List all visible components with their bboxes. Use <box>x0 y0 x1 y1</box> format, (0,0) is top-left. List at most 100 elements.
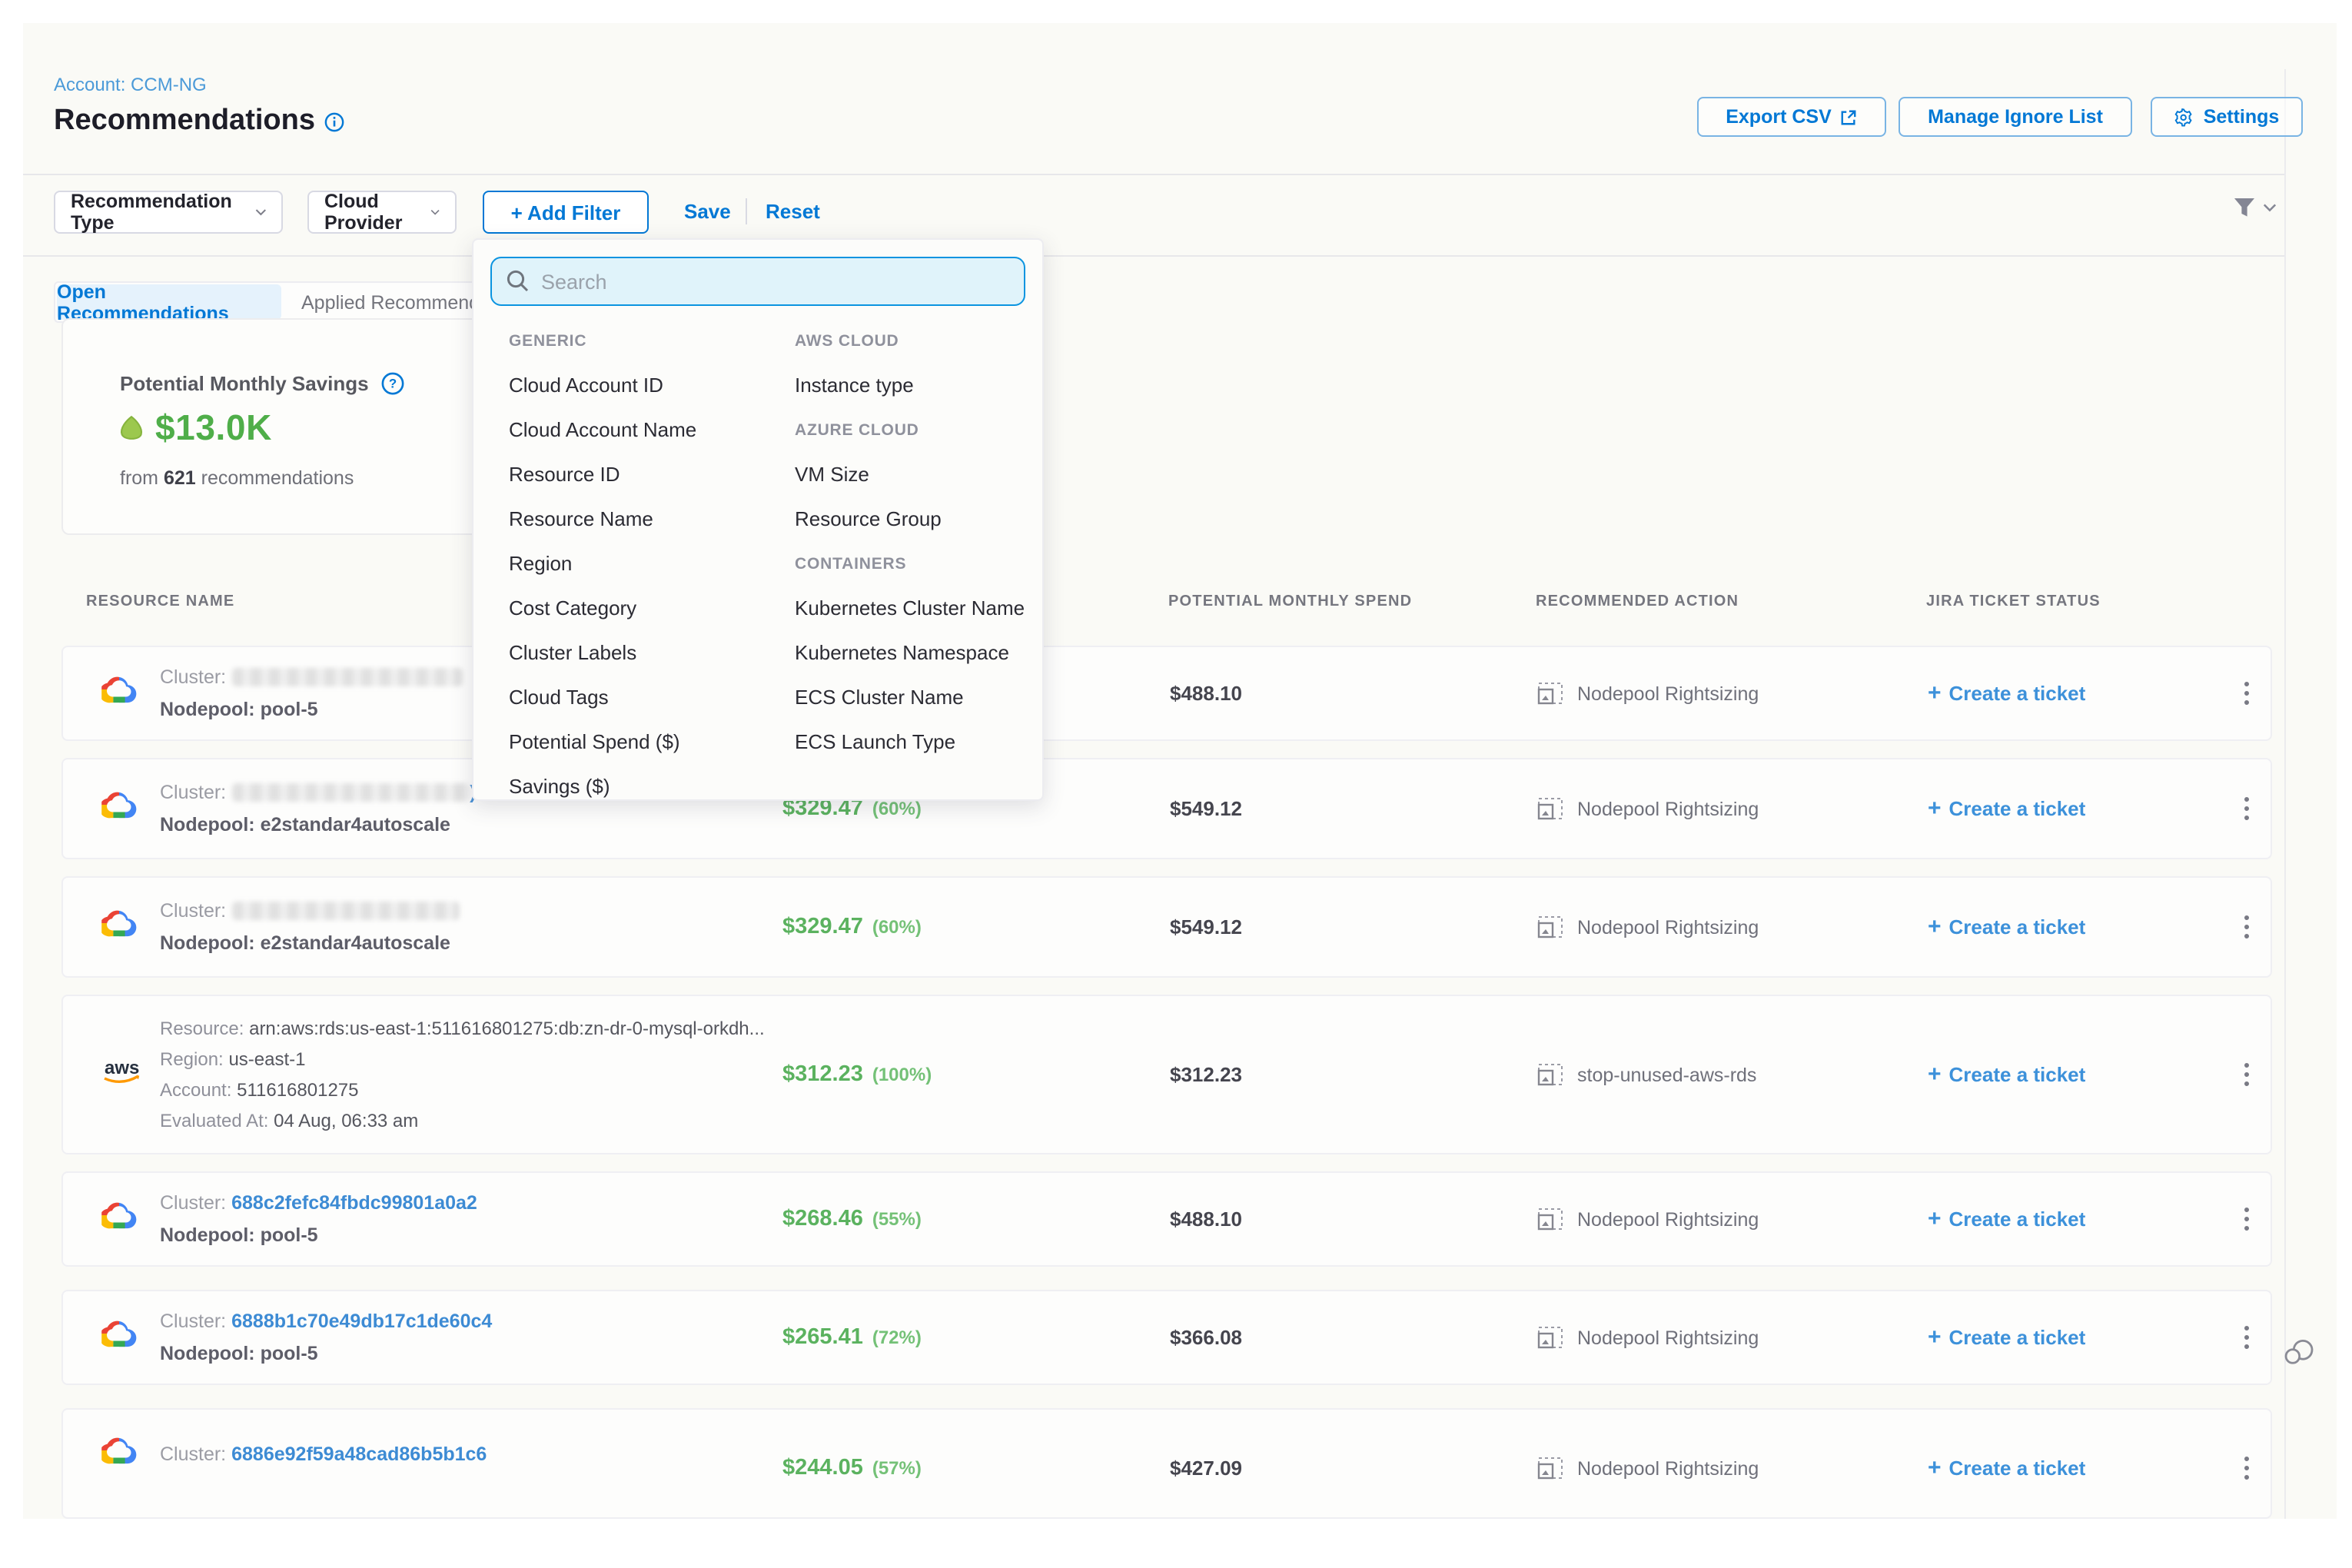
create-ticket-link[interactable]: +Create a ticket <box>1928 1208 2085 1231</box>
nodepool-line: Nodepool: pool-5 <box>160 1224 477 1246</box>
filter-option-potential-spend[interactable]: Potential Spend ($) <box>509 719 786 764</box>
table-row[interactable]: Cluster: 688c2fefc84fbdc99801a0a2 Nodepo… <box>61 1171 2272 1267</box>
funnel-icon <box>2232 197 2257 218</box>
cloud-provider-label: Cloud Provider <box>324 191 418 234</box>
filter-option-cloud-account-id[interactable]: Cloud Account ID <box>509 363 786 407</box>
settings-button[interactable]: Settings <box>2151 97 2303 137</box>
spend-cell: $549.12 <box>1170 797 1242 820</box>
plus-icon: + <box>1928 797 1942 820</box>
manage-ignore-list-button[interactable]: Manage Ignore List <box>1899 97 2132 137</box>
search-input[interactable] <box>490 257 1025 306</box>
cluster-link[interactable]: 688c2fefc84fbdc99801a0a2 <box>231 1192 477 1214</box>
tab-open-recommendations[interactable]: Open Recommendations <box>57 284 281 320</box>
spend-cell: $427.09 <box>1170 1457 1242 1480</box>
create-ticket-link[interactable]: +Create a ticket <box>1928 1063 2085 1086</box>
help-icon[interactable]: ? <box>381 372 404 395</box>
help-chat-button[interactable] <box>2283 1337 2317 1374</box>
add-filter-button[interactable]: + Add Filter <box>483 191 649 234</box>
action-cell: Nodepool Rightsizing <box>1537 1326 1759 1349</box>
create-ticket-link[interactable]: +Create a ticket <box>1928 682 2085 705</box>
savings-leaf-icon <box>117 415 146 441</box>
savings-sub-prefix: from <box>120 467 164 489</box>
filter-option-savings[interactable]: Savings ($) <box>509 764 786 809</box>
plus-icon: + <box>1928 1457 1942 1480</box>
recommendation-type-filter[interactable]: Recommendation Type <box>54 191 283 234</box>
filter-option-ecs-launch-type[interactable]: ECS Launch Type <box>795 719 1033 764</box>
table-row[interactable]: Cluster: 6888b1c70e49db17c1de60c4 Nodepo… <box>61 1290 2272 1385</box>
savings-percent: (60%) <box>872 798 922 819</box>
action-label: Nodepool Rightsizing <box>1577 916 1759 938</box>
cluster-line: Cluster: <box>160 666 462 688</box>
cluster-link[interactable]: 6886e92f59a48cad86b5b1c6 <box>231 1443 487 1465</box>
create-ticket-link[interactable]: +Create a ticket <box>1928 797 2085 820</box>
create-ticket-label: Create a ticket <box>1949 1457 2086 1480</box>
create-ticket-link[interactable]: +Create a ticket <box>1928 915 2085 938</box>
filter-option-cloud-tags[interactable]: Cloud Tags <box>509 675 786 719</box>
table-row[interactable]: aws Resource: arn:aws:rds:us-east-1:5116… <box>61 995 2272 1154</box>
chevron-down-icon <box>2263 203 2277 212</box>
chevron-down-icon <box>430 208 440 217</box>
action-label: Nodepool Rightsizing <box>1577 798 1759 819</box>
cluster-label: Cluster: <box>160 666 226 688</box>
filter-option-kubernetes-cluster-name[interactable]: Kubernetes Cluster Name <box>795 586 1033 630</box>
create-ticket-label: Create a ticket <box>1949 915 2086 938</box>
table-row[interactable]: Cluster: ) Nodepool: e2standar4autoscale… <box>61 758 2272 859</box>
create-ticket-link[interactable]: +Create a ticket <box>1928 1326 2085 1349</box>
row-menu-button[interactable] <box>2238 676 2255 711</box>
header-divider <box>23 174 2284 175</box>
cluster-line: Cluster: <box>160 900 459 922</box>
row-menu-button[interactable] <box>2238 1057 2255 1092</box>
cluster-link[interactable]: 6888b1c70e49db17c1de60c4 <box>231 1311 492 1332</box>
breadcrumb[interactable]: Account: CCM-NG <box>54 74 207 95</box>
row-menu-button[interactable] <box>2238 1320 2255 1355</box>
resource-details: Cluster: Nodepool: e2standar4autoscale <box>160 900 459 954</box>
filter-option-cost-category[interactable]: Cost Category <box>509 586 786 630</box>
filter-option-resource-group[interactable]: Resource Group <box>795 497 1033 541</box>
filter-option-ecs-cluster-name[interactable]: ECS Cluster Name <box>795 675 1033 719</box>
table-row[interactable]: Cluster: Nodepool: e2standar4autoscale $… <box>61 876 2272 978</box>
action-label: Nodepool Rightsizing <box>1577 1457 1759 1479</box>
gcp-icon <box>101 1201 137 1237</box>
reset-filter-link[interactable]: Reset <box>766 200 820 223</box>
row-menu-button[interactable] <box>2238 909 2255 945</box>
page-title: Recommendations <box>54 105 344 138</box>
nodepool-line: Nodepool: pool-5 <box>160 1343 492 1364</box>
save-filter-link[interactable]: Save <box>684 200 731 223</box>
filter-option-vm-size[interactable]: VM Size <box>795 452 1033 497</box>
export-csv-button[interactable]: Export CSV <box>1697 97 1886 137</box>
resource-details: Cluster: 688c2fefc84fbdc99801a0a2 Nodepo… <box>160 1192 477 1246</box>
filter-option-kubernetes-namespace[interactable]: Kubernetes Namespace <box>795 630 1033 675</box>
row-menu-button[interactable] <box>2238 1450 2255 1486</box>
row-menu-button[interactable] <box>2238 791 2255 826</box>
nodepool-value: e2standar4autoscale <box>261 814 450 835</box>
filter-option-cluster-labels[interactable]: Cluster Labels <box>509 630 786 675</box>
filter-option-instance-type[interactable]: Instance type <box>795 363 1033 407</box>
gcp-icon <box>101 1436 137 1473</box>
nodepool-label: Nodepool: <box>160 814 255 835</box>
svg-text:?: ? <box>388 377 396 391</box>
action-cell: Nodepool Rightsizing <box>1537 1208 1759 1231</box>
filter-option-region[interactable]: Region <box>509 541 786 586</box>
table-row[interactable]: Cluster: Nodepool: pool-5 $488.10 Nodepo… <box>61 646 2272 741</box>
nodepool-label: Nodepool: <box>160 1224 255 1246</box>
filter-option-resource-name[interactable]: Resource Name <box>509 497 786 541</box>
cluster-label: Cluster: <box>160 1311 226 1332</box>
nodepool-line: Nodepool: e2standar4autoscale <box>160 814 476 835</box>
table-row[interactable]: Cluster: 6886e92f59a48cad86b5b1c6 $244.0… <box>61 1408 2272 1519</box>
create-ticket-link[interactable]: + Create a ticket <box>1928 1457 2085 1480</box>
action-label: Nodepool Rightsizing <box>1577 1327 1759 1348</box>
row-menu-button[interactable] <box>2238 1201 2255 1237</box>
account-line: Account: 511616801275 <box>160 1079 765 1101</box>
redacted-cluster-name <box>231 902 459 920</box>
resource-details: Resource: arn:aws:rds:us-east-1:51161680… <box>160 1018 765 1131</box>
filter-option-resource-id[interactable]: Resource ID <box>509 452 786 497</box>
external-link-icon <box>1841 108 1858 125</box>
cloud-provider-filter[interactable]: Cloud Provider <box>307 191 457 234</box>
savings-subtext: from 621 recommendations <box>120 467 354 489</box>
filter-option-cloud-account-name[interactable]: Cloud Account Name <box>509 407 786 452</box>
savings-percent: (57%) <box>872 1457 922 1479</box>
region-label: Region: <box>160 1048 224 1070</box>
filter-menu-button[interactable] <box>2232 197 2277 218</box>
info-icon[interactable] <box>324 111 344 131</box>
nodepool-label: Nodepool: <box>160 1343 255 1364</box>
